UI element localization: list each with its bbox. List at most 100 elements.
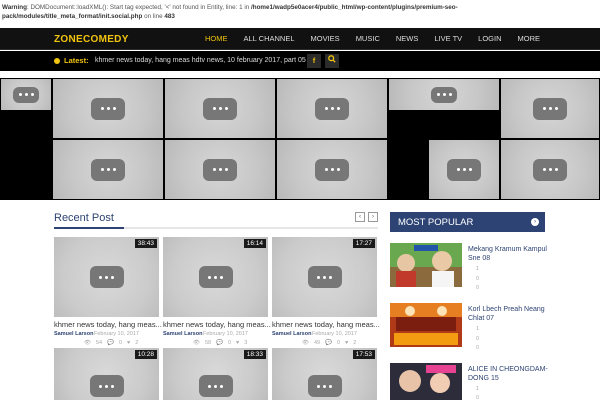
menu-item-movies[interactable]: MOVIES — [303, 28, 348, 50]
video-card[interactable]: 17:27 khmer news today, hang meas... Sam… — [272, 237, 380, 347]
placeholder-icon — [431, 86, 457, 103]
placeholder-icon — [203, 158, 237, 181]
video-author[interactable]: Samuel Larson — [163, 331, 202, 337]
recent-divider-accent — [54, 227, 124, 229]
featured-tile[interactable] — [164, 78, 276, 139]
video-card[interactable]: 16:14 khmer news today, hang meas... Sam… — [163, 237, 271, 347]
featured-tile[interactable] — [52, 78, 164, 139]
popular-thumbnail[interactable] — [390, 303, 462, 347]
search-icon — [328, 55, 336, 63]
main-menu: HOME ALL CHANNEL MOVIES MUSIC NEWS LIVE … — [197, 28, 548, 50]
latest-ticker: Latest: khmer news today, hang meas hdtv… — [0, 51, 600, 71]
placeholder-icon — [91, 97, 125, 120]
video-author[interactable]: Samuel Larson — [54, 331, 93, 337]
featured-tile[interactable] — [276, 139, 388, 200]
like-count: 0 — [476, 345, 480, 351]
menu-item-more[interactable]: MORE — [510, 28, 549, 50]
placeholder-icon — [91, 158, 125, 181]
popular-title[interactable]: Korl Lbech Preah Neang Chlat 07 — [468, 305, 548, 323]
featured-tile[interactable] — [428, 139, 500, 200]
video-card[interactable]: 10:28 — [54, 348, 159, 400]
video-date: February 10, 2017 — [94, 331, 139, 337]
popular-title[interactable]: ALICE IN CHEONGDAM-DONG 15 — [468, 365, 548, 383]
duration-badge: 38:43 — [134, 239, 157, 248]
like-count: 2 — [353, 340, 357, 346]
popular-item[interactable]: Mekang Kramum Kampul Sne 08 1 0 0 — [390, 243, 548, 291]
video-stats: 👁 54 💬 0 ♥ 2 — [84, 340, 138, 346]
video-card[interactable]: 18:33 — [163, 348, 268, 400]
duration-badge: 18:33 — [243, 350, 266, 359]
most-popular-header: MOST POPULAR › — [390, 212, 545, 232]
video-thumbnail[interactable]: 18:33 — [163, 348, 268, 400]
ticker-bullet-icon — [54, 58, 60, 64]
comment-count: 0 — [476, 395, 480, 401]
video-thumbnail[interactable]: 17:53 — [272, 348, 377, 400]
ticker-headline[interactable]: khmer news today, hang meas hdtv news, 1… — [95, 57, 306, 64]
like-count: 3 — [244, 340, 248, 346]
featured-tile[interactable] — [500, 78, 600, 139]
menu-item-all-channel[interactable]: ALL CHANNEL — [236, 28, 303, 50]
most-popular-heading: MOST POPULAR — [398, 217, 474, 228]
placeholder-icon — [89, 266, 124, 288]
duration-badge: 17:27 — [352, 239, 375, 248]
chevron-right-icon[interactable]: › — [531, 218, 539, 226]
comment-icon: 💬 — [325, 340, 332, 346]
popular-thumbnail[interactable] — [390, 243, 462, 287]
eye-icon: 👁 — [84, 340, 91, 346]
video-title[interactable]: khmer news today, hang meas... — [272, 320, 380, 329]
featured-tile[interactable] — [388, 78, 500, 111]
placeholder-icon — [533, 97, 567, 120]
menu-item-live-tv[interactable]: LIVE TV — [426, 28, 470, 50]
popular-item[interactable]: ALICE IN CHEONGDAM-DONG 15 1 0 — [390, 363, 548, 411]
popular-item[interactable]: Korl Lbech Preah Neang Chlat 07 1 0 0 — [390, 303, 545, 351]
video-stats: 👁 49 💬 0 ♥ 2 — [302, 340, 356, 346]
placeholder-icon — [307, 375, 342, 397]
php-warning: Warning: DOMDocument::loadXML(): Start t… — [0, 0, 600, 28]
video-thumbnail[interactable]: 16:14 — [163, 237, 268, 317]
site-logo[interactable]: ZONECOMEDY — [54, 34, 129, 45]
video-card[interactable]: 38:43 khmer news today, hang meas... Sam… — [54, 237, 162, 347]
menu-item-login[interactable]: LOGIN — [470, 28, 509, 50]
ticker-label: Latest: — [64, 56, 89, 65]
video-title[interactable]: khmer news today, hang meas... — [163, 320, 271, 329]
video-thumbnail[interactable]: 17:27 — [272, 237, 377, 317]
comment-icon: 💬 — [107, 340, 114, 346]
menu-item-news[interactable]: NEWS — [388, 28, 427, 50]
placeholder-icon — [315, 97, 349, 120]
duration-badge: 16:14 — [243, 239, 266, 248]
duration-badge: 10:28 — [134, 350, 157, 359]
search-button[interactable] — [325, 54, 339, 68]
facebook-icon[interactable]: f — [307, 54, 321, 68]
featured-tile[interactable] — [52, 139, 164, 200]
featured-tile[interactable] — [276, 78, 388, 139]
warning-prefix: Warning — [2, 4, 27, 11]
recent-prev-button[interactable]: ‹ — [355, 212, 365, 222]
menu-item-home[interactable]: HOME — [197, 28, 236, 50]
video-author[interactable]: Samuel Larson — [272, 331, 311, 337]
eye-icon: 👁 — [302, 340, 309, 346]
recent-next-button[interactable]: › — [368, 212, 378, 222]
popular-thumbnail[interactable] — [390, 363, 462, 407]
featured-video-grid — [0, 78, 600, 200]
recent-post-heading: Recent Post — [54, 212, 114, 224]
placeholder-icon — [198, 266, 233, 288]
featured-tile[interactable] — [164, 139, 276, 200]
featured-tile[interactable] — [500, 139, 600, 200]
view-count: 1 — [476, 326, 480, 332]
like-icon: ♥ — [236, 340, 240, 346]
popular-title[interactable]: Mekang Kramum Kampul Sne 08 — [468, 245, 548, 263]
like-icon: ♥ — [127, 340, 131, 346]
view-count: 1 — [476, 266, 480, 272]
placeholder-icon — [13, 86, 39, 103]
video-thumbnail[interactable]: 10:28 — [54, 348, 159, 400]
menu-item-music[interactable]: MUSIC — [348, 28, 388, 50]
placeholder-icon — [307, 266, 342, 288]
video-thumbnail[interactable]: 38:43 — [54, 237, 159, 317]
comment-count: 0 — [227, 340, 232, 346]
featured-tile[interactable] — [0, 78, 52, 111]
placeholder-icon — [203, 97, 237, 120]
placeholder-icon — [315, 158, 349, 181]
warning-line-no: 483 — [164, 13, 175, 20]
video-title[interactable]: khmer news today, hang meas... — [54, 320, 162, 329]
video-card[interactable]: 17:53 — [272, 348, 377, 400]
